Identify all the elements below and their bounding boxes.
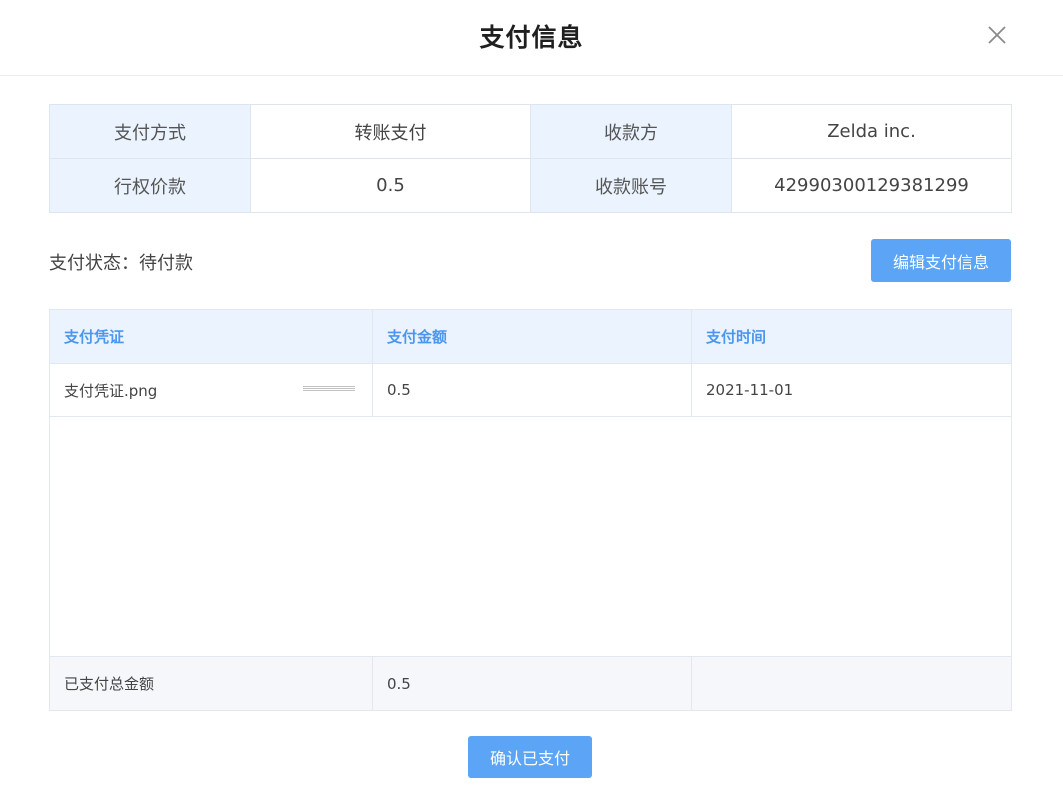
close-icon bbox=[988, 26, 1006, 44]
account-value: 42990300129381299 bbox=[731, 158, 1012, 213]
info-row: 支付方式 转账支付 收款方 Zelda inc. bbox=[49, 104, 1012, 159]
dialog-header: 支付信息 bbox=[0, 0, 1063, 76]
payment-info-table: 支付方式 转账支付 收款方 Zelda inc. 行权价款 0.5 收款账号 4… bbox=[49, 104, 1012, 213]
column-header-amount: 支付金额 bbox=[372, 309, 692, 364]
edit-payment-info-button[interactable]: 编辑支付信息 bbox=[871, 239, 1011, 282]
price-label: 行权价款 bbox=[49, 158, 251, 213]
method-label: 支付方式 bbox=[49, 104, 251, 159]
payment-status: 支付状态：待付款 bbox=[49, 253, 193, 274]
table-row: 支付凭证.png 0.5 2021-11-01 bbox=[49, 363, 1012, 417]
close-button[interactable] bbox=[984, 22, 1010, 48]
total-empty-cell bbox=[691, 656, 1012, 711]
empty-table-area bbox=[49, 416, 1012, 657]
column-header-voucher: 支付凭证 bbox=[49, 309, 373, 364]
account-label: 收款账号 bbox=[530, 158, 732, 213]
voucher-file-link[interactable]: 支付凭证.png bbox=[64, 382, 157, 400]
price-value: 0.5 bbox=[250, 158, 531, 213]
column-header-time: 支付时间 bbox=[691, 309, 1012, 364]
payee-value: Zelda inc. bbox=[731, 104, 1012, 159]
dialog-title: 支付信息 bbox=[479, 23, 584, 52]
amount-cell: 0.5 bbox=[372, 363, 692, 417]
voucher-thumbnail[interactable] bbox=[303, 386, 355, 392]
total-label: 已支付总金额 bbox=[49, 656, 373, 711]
info-row: 行权价款 0.5 收款账号 42990300129381299 bbox=[49, 158, 1012, 213]
table-header-row: 支付凭证 支付金额 支付时间 bbox=[49, 309, 1012, 364]
payment-records-table: 支付凭证 支付金额 支付时间 支付凭证.png 0.5 2021-11-01 已… bbox=[49, 309, 1012, 711]
total-value: 0.5 bbox=[372, 656, 692, 711]
time-cell: 2021-11-01 bbox=[691, 363, 1012, 417]
confirm-paid-button[interactable]: 确认已支付 bbox=[468, 736, 592, 778]
total-row: 已支付总金额 0.5 bbox=[49, 656, 1012, 711]
payee-label: 收款方 bbox=[530, 104, 732, 159]
method-value: 转账支付 bbox=[250, 104, 531, 159]
voucher-cell: 支付凭证.png bbox=[49, 363, 373, 417]
